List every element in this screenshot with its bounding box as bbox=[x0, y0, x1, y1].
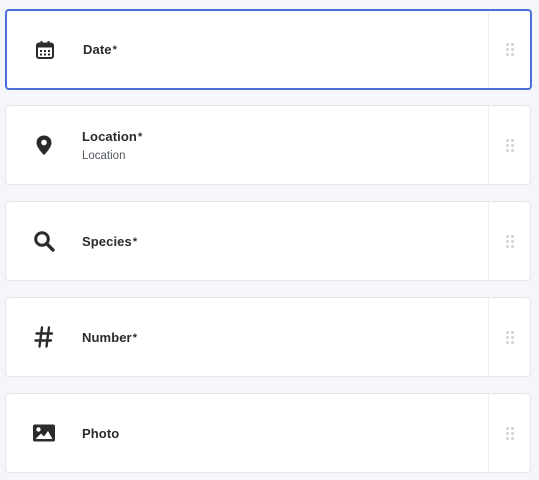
search-icon bbox=[34, 231, 55, 252]
field-text: Number* bbox=[82, 298, 488, 376]
required-marker: * bbox=[132, 331, 138, 344]
field-card-number[interactable]: Number* bbox=[5, 297, 531, 377]
field-label: Photo bbox=[82, 425, 120, 441]
drag-handle[interactable] bbox=[488, 106, 530, 184]
field-icon-wrapper bbox=[6, 202, 82, 280]
drag-handle[interactable] bbox=[488, 11, 530, 88]
drag-handle[interactable] bbox=[488, 298, 530, 376]
required-marker: * bbox=[112, 44, 117, 56]
map-pin-icon bbox=[36, 135, 52, 155]
field-sublabel: Location bbox=[82, 149, 126, 162]
grip-icon bbox=[505, 138, 514, 152]
field-label: Date* bbox=[83, 42, 117, 57]
field-text: Location* Location bbox=[82, 106, 488, 184]
calendar-icon bbox=[36, 40, 54, 59]
field-icon-wrapper bbox=[6, 298, 82, 376]
field-icon-wrapper bbox=[7, 11, 83, 88]
field-card-date[interactable]: Date* bbox=[5, 9, 532, 90]
grip-icon bbox=[505, 234, 514, 248]
image-icon bbox=[33, 424, 55, 442]
form-field-list: Date* Location* Location Species* Number… bbox=[0, 0, 539, 480]
field-card-photo[interactable]: Photo bbox=[5, 393, 531, 473]
field-text: Date* bbox=[83, 11, 488, 88]
field-text: Photo bbox=[82, 394, 488, 472]
field-icon-wrapper bbox=[6, 394, 82, 472]
field-label: Species* bbox=[82, 233, 138, 249]
field-icon-wrapper bbox=[6, 106, 82, 184]
field-card-location[interactable]: Location* Location bbox=[5, 105, 531, 185]
required-marker: * bbox=[132, 235, 138, 248]
grip-icon bbox=[505, 330, 514, 344]
field-text: Species* bbox=[82, 202, 488, 280]
drag-handle[interactable] bbox=[488, 202, 530, 280]
hash-icon bbox=[34, 326, 54, 348]
field-card-species[interactable]: Species* bbox=[5, 201, 531, 281]
required-marker: * bbox=[137, 130, 143, 143]
drag-handle[interactable] bbox=[488, 394, 530, 472]
field-label: Number* bbox=[82, 329, 138, 345]
grip-icon bbox=[505, 43, 514, 56]
field-label: Location* bbox=[82, 128, 143, 144]
grip-icon bbox=[505, 426, 514, 440]
